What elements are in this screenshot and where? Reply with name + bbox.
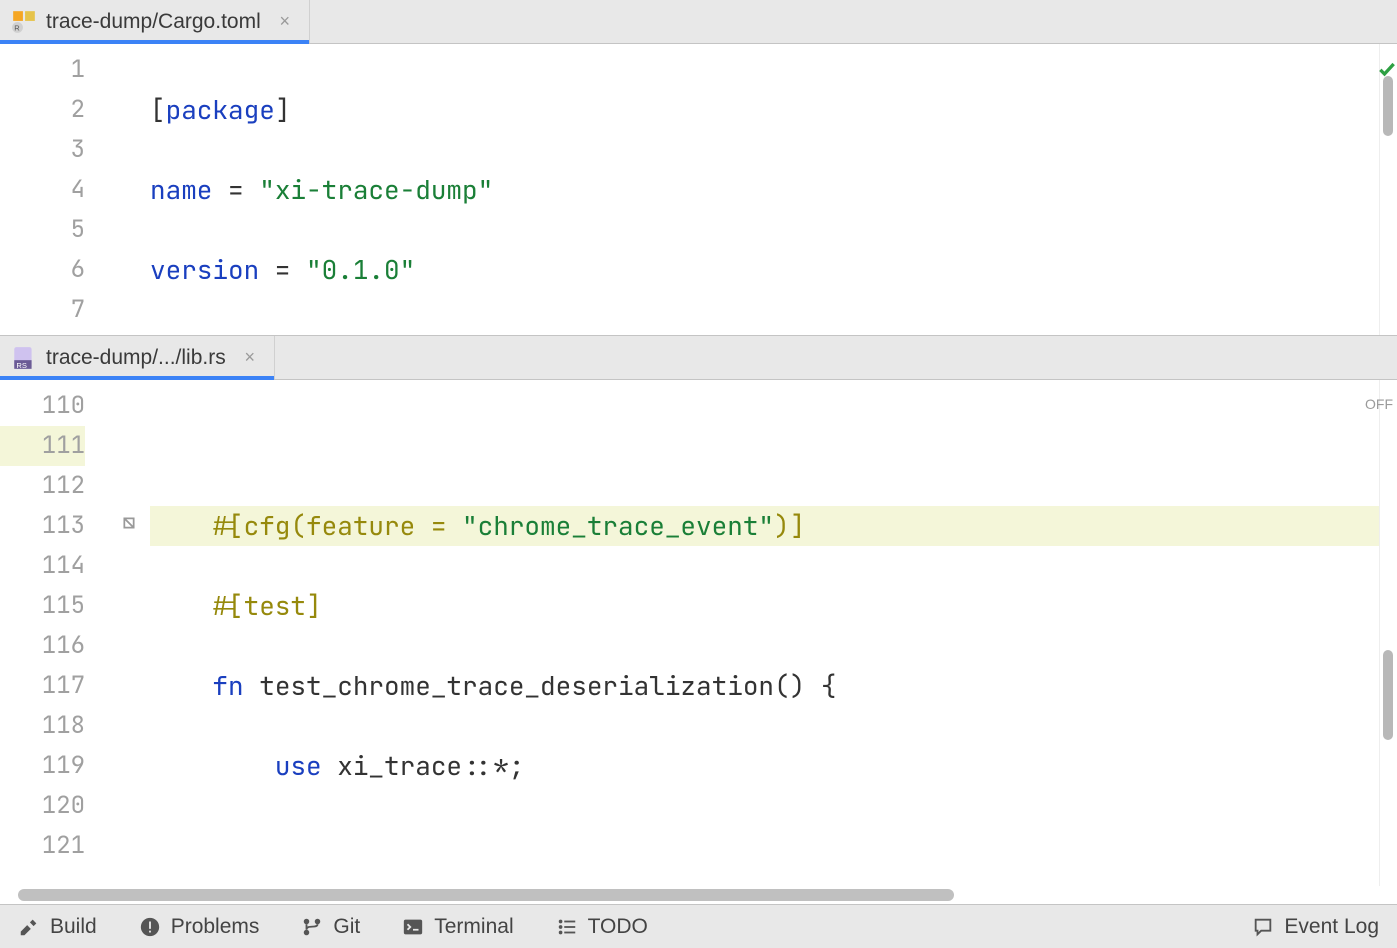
statusbar: Build Problems Git Terminal TODO Event L… — [0, 904, 1397, 948]
rust-tool-icon: R — [10, 8, 38, 36]
scroll-thumb-vertical[interactable] — [1383, 76, 1393, 136]
line-number: 110 — [0, 386, 85, 426]
editor-pane-top: 1 2 3 4 5 6 7 [package] name = "xi-trace… — [0, 44, 1397, 336]
toolwindow-label: Build — [50, 915, 97, 939]
tab-label: trace-dump/Cargo.toml — [46, 10, 261, 34]
check-icon — [1377, 50, 1395, 68]
line-number: 119 — [0, 746, 85, 786]
line-number: 5 — [0, 210, 85, 250]
line-number: 113 — [0, 506, 85, 546]
line-number: 7 — [0, 290, 85, 330]
gutter-margin-bottom — [120, 380, 138, 886]
code-line — [150, 426, 1397, 466]
rust-file-icon: RS — [10, 344, 38, 372]
error-stripe-top[interactable] — [1379, 44, 1397, 335]
horizontal-scrollbar[interactable] — [0, 886, 1397, 904]
tab-lib-rs[interactable]: RS trace-dump/.../lib.rs × — [0, 336, 275, 379]
toolwindow-terminal[interactable]: Terminal — [402, 915, 513, 939]
editor-top[interactable]: 1 2 3 4 5 6 7 [package] name = "xi-trace… — [0, 44, 1397, 335]
code-line: #[test] — [150, 586, 1397, 626]
toolwindow-label: Problems — [171, 915, 260, 939]
toolwindow-event-log[interactable]: Event Log — [1252, 915, 1379, 939]
tab-label: trace-dump/.../lib.rs — [46, 346, 226, 370]
hammer-icon — [18, 916, 40, 938]
warning-icon — [139, 916, 161, 938]
line-number: 111 — [0, 426, 85, 466]
toolwindow-git[interactable]: Git — [301, 915, 360, 939]
bottom-tabstrip: RS trace-dump/.../lib.rs × — [0, 336, 1397, 380]
collapse-icon[interactable] — [120, 514, 138, 532]
line-number: 117 — [0, 666, 85, 706]
line-number: 116 — [0, 626, 85, 666]
line-number: 3 — [0, 130, 85, 170]
gutter-bottom: 110 111 112 113 114 115 116 117 118 119 … — [0, 380, 120, 886]
line-number: 120 — [0, 786, 85, 826]
line-number: 118 — [0, 706, 85, 746]
terminal-icon — [402, 916, 424, 938]
code-line: fn test_chrome_trace_deserialization() { — [150, 666, 1397, 706]
editor-bottom[interactable]: 110 111 112 113 114 115 116 117 118 119 … — [0, 380, 1397, 886]
toolwindow-problems[interactable]: Problems — [139, 915, 260, 939]
editor-split: 1 2 3 4 5 6 7 [package] name = "xi-trace… — [0, 44, 1397, 904]
line-number: 114 — [0, 546, 85, 586]
line-number: 4 — [0, 170, 85, 210]
code-line: #[cfg(feature = "chrome_trace_event")] — [150, 506, 1397, 546]
code-bottom[interactable]: #[cfg(feature = "chrome_trace_event")] #… — [138, 380, 1397, 886]
code-line: use xi_trace::*; — [150, 746, 1397, 786]
toolwindow-label: Event Log — [1284, 915, 1379, 939]
inspection-off-label: OFF — [1365, 384, 1393, 424]
gutter-margin-top — [120, 44, 138, 335]
toolwindow-label: Terminal — [434, 915, 513, 939]
list-icon — [556, 916, 578, 938]
toolwindow-build[interactable]: Build — [18, 915, 97, 939]
scroll-thumb-vertical[interactable] — [1383, 650, 1393, 740]
close-icon[interactable]: × — [275, 12, 295, 32]
line-number: 2 — [0, 90, 85, 130]
scroll-thumb-horizontal[interactable] — [18, 889, 954, 901]
toolwindow-label: TODO — [588, 915, 648, 939]
gutter-top: 1 2 3 4 5 6 7 — [0, 44, 120, 335]
tab-cargo-toml[interactable]: R trace-dump/Cargo.toml × — [0, 0, 310, 43]
code-line — [150, 826, 1397, 866]
toolwindow-label: Git — [333, 915, 360, 939]
line-number: 6 — [0, 250, 85, 290]
code-top[interactable]: [package] name = "xi-trace-dump" version… — [138, 44, 1397, 335]
error-stripe-bottom[interactable]: OFF — [1379, 380, 1397, 886]
line-number: 112 — [0, 466, 85, 506]
speech-bubble-icon — [1252, 916, 1274, 938]
close-icon[interactable]: × — [240, 348, 260, 368]
line-number: 115 — [0, 586, 85, 626]
svg-text:R: R — [14, 23, 20, 32]
editor-pane-bottom: 110 111 112 113 114 115 116 117 118 119 … — [0, 380, 1397, 904]
line-number: 121 — [0, 826, 85, 866]
svg-text:RS: RS — [16, 360, 27, 369]
git-branch-icon — [301, 916, 323, 938]
toolwindow-todo[interactable]: TODO — [556, 915, 648, 939]
line-number: 1 — [0, 50, 85, 90]
top-tabstrip: R trace-dump/Cargo.toml × — [0, 0, 1397, 44]
